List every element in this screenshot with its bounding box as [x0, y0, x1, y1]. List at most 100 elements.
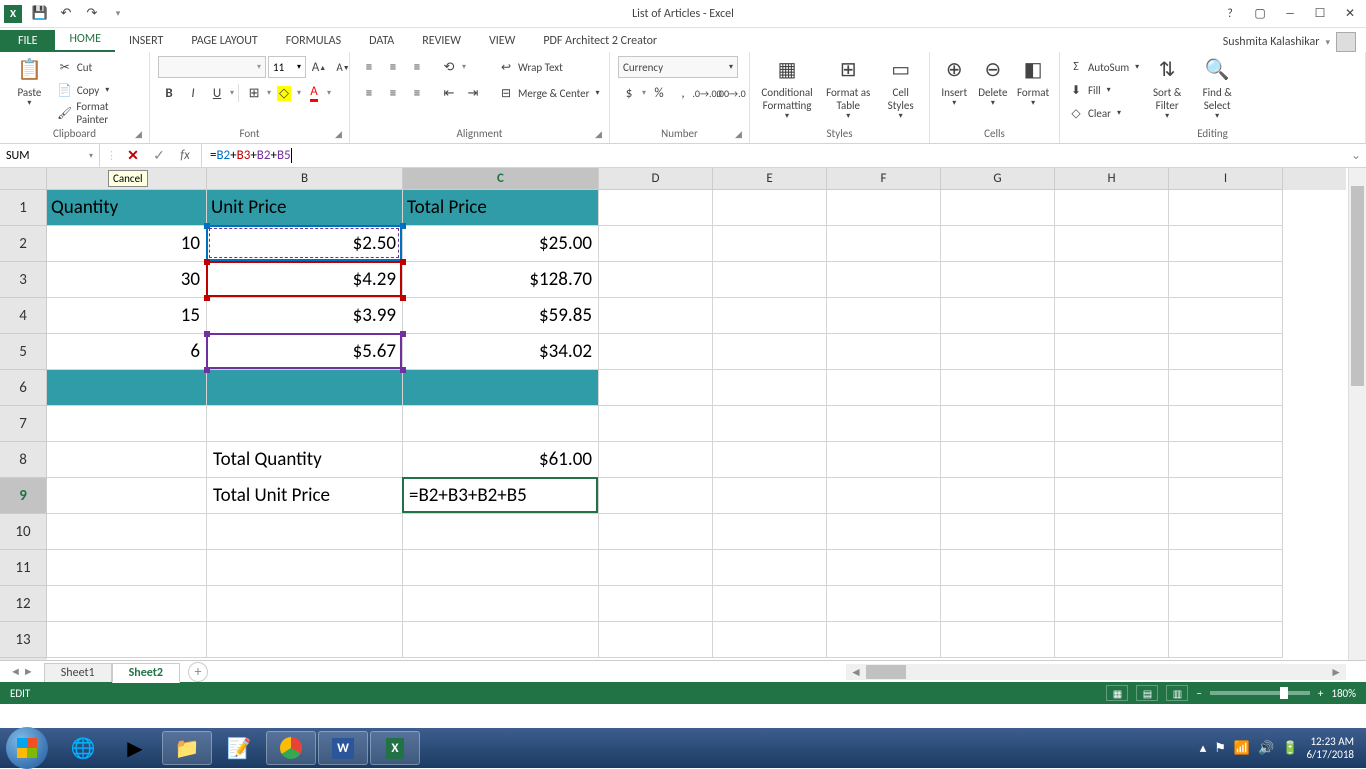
cell-B9[interactable]: Total Unit Price: [207, 478, 403, 514]
cell-D7[interactable]: [599, 406, 713, 442]
row-header-12[interactable]: 12: [0, 586, 47, 622]
taskbar-notes-button[interactable]: 📝: [214, 731, 264, 765]
cell-A2[interactable]: 10: [47, 226, 207, 262]
ribbon-options-button[interactable]: ▢: [1248, 4, 1272, 24]
tray-battery-icon[interactable]: 🔋: [1282, 741, 1298, 756]
cell-F9[interactable]: [827, 478, 941, 514]
tray-network-icon[interactable]: 📶: [1234, 741, 1250, 756]
cell-A12[interactable]: [47, 586, 207, 622]
cell-B4[interactable]: $3.99: [207, 298, 403, 334]
name-box[interactable]: SUM▾: [0, 144, 100, 167]
cell-B11[interactable]: [207, 550, 403, 586]
cell-E2[interactable]: [713, 226, 827, 262]
font-name-combo[interactable]: ▾: [158, 56, 266, 78]
taskbar-explorer-button[interactable]: 📁: [162, 731, 212, 765]
comma-button[interactable]: ,: [672, 82, 694, 104]
cell-C10[interactable]: [403, 514, 599, 550]
undo-button[interactable]: ↶: [54, 3, 78, 25]
cell-H5[interactable]: [1055, 334, 1169, 370]
cell-C7[interactable]: [403, 406, 599, 442]
cell-G11[interactable]: [941, 550, 1055, 586]
cell-D3[interactable]: [599, 262, 713, 298]
cell-H13[interactable]: [1055, 622, 1169, 658]
delete-cells-button[interactable]: ⊖Delete▾: [977, 56, 1010, 109]
ref-handle[interactable]: [204, 331, 210, 337]
normal-view-button[interactable]: ▦: [1106, 685, 1128, 701]
ref-handle[interactable]: [204, 367, 210, 373]
cell-G6[interactable]: [941, 370, 1055, 406]
cell-C2[interactable]: $25.00: [403, 226, 599, 262]
cell-I8[interactable]: [1169, 442, 1283, 478]
merge-center-button[interactable]: ⊟Merge & Center▾: [498, 82, 600, 104]
sheet-tab-1[interactable]: Sheet1: [44, 663, 112, 682]
col-header-D[interactable]: D: [599, 168, 713, 190]
help-button[interactable]: ?: [1218, 4, 1242, 24]
cell-A7[interactable]: [47, 406, 207, 442]
cell-I6[interactable]: [1169, 370, 1283, 406]
cell-I5[interactable]: [1169, 334, 1283, 370]
cell-A9[interactable]: [47, 478, 207, 514]
qat-customize-button[interactable]: ▾: [106, 3, 130, 25]
number-launcher[interactable]: ◢: [735, 129, 747, 141]
redo-button[interactable]: ↷: [80, 3, 104, 25]
maximize-button[interactable]: ☐: [1308, 4, 1332, 24]
align-top-button[interactable]: ≡: [358, 56, 380, 78]
cell-I10[interactable]: [1169, 514, 1283, 550]
cell-H11[interactable]: [1055, 550, 1169, 586]
conditional-formatting-button[interactable]: ▦Conditional Formatting▾: [758, 56, 816, 122]
col-header-E[interactable]: E: [713, 168, 827, 190]
cell-E12[interactable]: [713, 586, 827, 622]
zoom-slider[interactable]: [1210, 691, 1310, 695]
cell-C9[interactable]: =B2+B3+B2+B5: [403, 478, 599, 514]
clipboard-launcher[interactable]: ◢: [135, 129, 147, 141]
cell-I11[interactable]: [1169, 550, 1283, 586]
save-button[interactable]: 💾: [28, 3, 52, 25]
tab-formulas[interactable]: FORMULAS: [272, 30, 355, 52]
row-header-9[interactable]: 9: [0, 478, 47, 514]
tab-file[interactable]: FILE: [0, 30, 55, 52]
row-header-7[interactable]: 7: [0, 406, 47, 442]
cell-H6[interactable]: [1055, 370, 1169, 406]
cell-E3[interactable]: [713, 262, 827, 298]
cell-A4[interactable]: 15: [47, 298, 207, 334]
cell-I2[interactable]: [1169, 226, 1283, 262]
formula-input[interactable]: =B2+B3+B2+B5: [202, 144, 1346, 167]
orientation-button[interactable]: ⟲: [438, 56, 460, 78]
taskbar-chrome-button[interactable]: [266, 731, 316, 765]
cell-C4[interactable]: $59.85: [403, 298, 599, 334]
cell-B6[interactable]: [207, 370, 403, 406]
select-all-corner[interactable]: [0, 168, 47, 190]
cell-E1[interactable]: [713, 190, 827, 226]
hscroll-thumb[interactable]: [866, 665, 906, 679]
cell-H1[interactable]: [1055, 190, 1169, 226]
cell-H2[interactable]: [1055, 226, 1169, 262]
cancel-formula-button[interactable]: ✕: [123, 146, 143, 166]
cell-B7[interactable]: [207, 406, 403, 442]
cell-A5[interactable]: 6: [47, 334, 207, 370]
cell-B10[interactable]: [207, 514, 403, 550]
cell-I12[interactable]: [1169, 586, 1283, 622]
cell-C8[interactable]: $61.00: [403, 442, 599, 478]
start-button[interactable]: [6, 727, 48, 769]
cell-C6[interactable]: [403, 370, 599, 406]
insert-function-button[interactable]: fx: [175, 146, 195, 166]
cell-D9[interactable]: [599, 478, 713, 514]
bold-button[interactable]: B: [158, 82, 180, 104]
tab-pagelayout[interactable]: PAGE LAYOUT: [177, 30, 271, 52]
cell-C3[interactable]: $128.70: [403, 262, 599, 298]
cell-I1[interactable]: [1169, 190, 1283, 226]
cell-H8[interactable]: [1055, 442, 1169, 478]
cell-G7[interactable]: [941, 406, 1055, 442]
format-as-table-button[interactable]: ⊞Format as Table▾: [822, 56, 874, 122]
outdent-button[interactable]: ⇤: [438, 82, 460, 104]
taskbar-excel-button[interactable]: X: [370, 731, 420, 765]
cell-E10[interactable]: [713, 514, 827, 550]
cell-A3[interactable]: 30: [47, 262, 207, 298]
cut-button[interactable]: ✂Cut: [57, 56, 141, 78]
close-button[interactable]: ✕: [1338, 4, 1362, 24]
sheet-next-button[interactable]: ►: [23, 665, 34, 678]
cell-B13[interactable]: [207, 622, 403, 658]
find-select-button[interactable]: 🔍Find & Select▾: [1195, 56, 1239, 122]
cell-E11[interactable]: [713, 550, 827, 586]
underline-button[interactable]: U: [206, 82, 228, 104]
